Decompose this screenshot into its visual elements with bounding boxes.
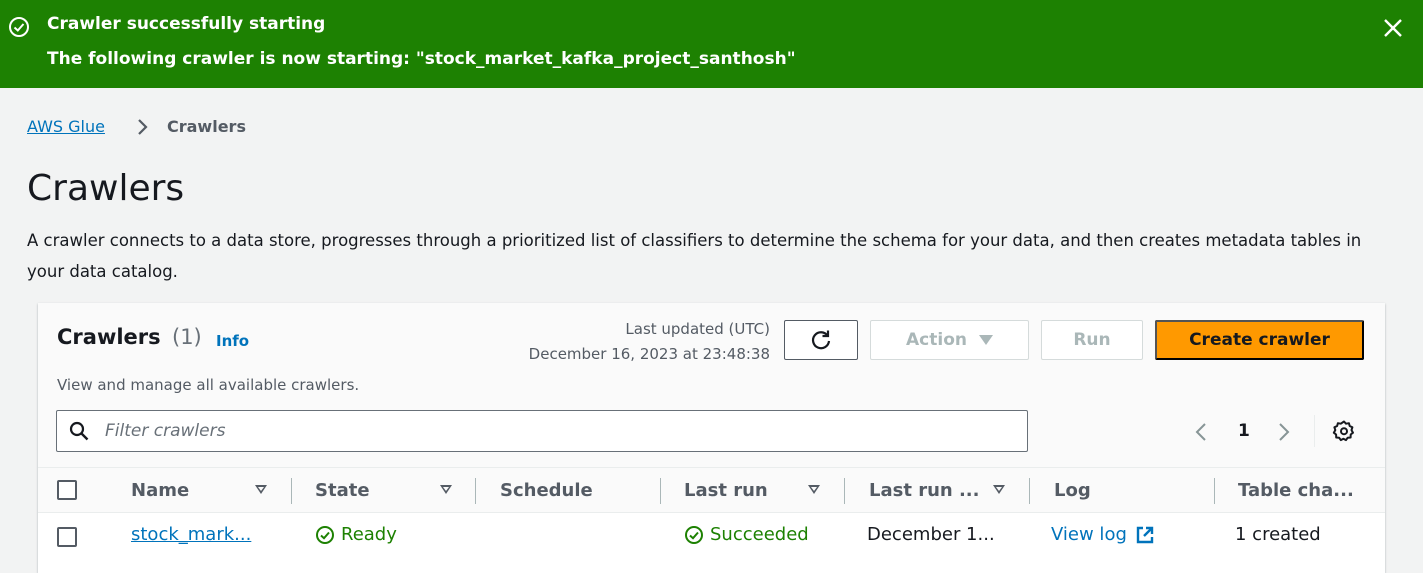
view-log-link[interactable]: View log [1051,524,1155,545]
refresh-button[interactable] [784,320,858,360]
action-dropdown[interactable]: Action [870,320,1029,360]
column-divider[interactable] [844,478,845,504]
last-run-label: Succeeded [710,524,809,545]
chevron-left-icon[interactable] [1191,420,1211,444]
panel-subtitle: View and manage all available crawlers. [57,376,360,394]
page-description: A crawler connects to a data store, prog… [27,231,1362,281]
action-label: Action [906,330,967,350]
flash-banner: Crawler successfully starting The follow… [0,0,1423,88]
divider [1314,415,1315,447]
column-divider[interactable] [660,478,661,504]
state-cell: Ready [315,524,397,545]
refresh-icon [811,330,831,350]
flash-message: The following crawler is now starting: "… [47,49,796,69]
chevron-right-icon[interactable] [1274,420,1294,444]
crawler-name-link[interactable]: stock_mark... [131,524,251,545]
column-divider[interactable] [1029,478,1030,504]
caret-down-icon [978,335,993,345]
flash-title: Crawler successfully starting [47,14,326,34]
panel-count: (1) [172,325,202,349]
last-updated-label: Last updated (UTC) [625,320,770,338]
filter-crawlers-input[interactable] [105,419,1005,443]
column-state[interactable]: State [315,480,370,501]
page-title: Crawlers [27,168,185,209]
search-icon [69,421,89,441]
external-link-icon [1136,526,1154,543]
row-checkbox[interactable] [57,527,77,547]
sort-icon[interactable] [440,485,452,494]
table-header: Name State Schedule Last run Last run ..… [38,467,1385,513]
column-divider[interactable] [475,478,476,504]
sort-icon[interactable] [808,485,820,494]
last-run-cell: Succeeded [684,524,809,545]
check-circle-icon [316,525,334,544]
last-run-timestamp-cell: December 1... [867,524,995,545]
gear-icon[interactable] [1332,419,1356,443]
column-name[interactable]: Name [131,480,189,501]
view-log-label: View log [1051,524,1127,545]
create-crawler-button[interactable]: Create crawler [1155,320,1364,360]
column-divider[interactable] [291,478,292,504]
sort-icon[interactable] [255,485,267,494]
column-table-changes[interactable]: Table cha... [1238,480,1354,501]
check-circle-icon [685,525,703,544]
info-link[interactable]: Info [216,332,249,350]
select-all-checkbox[interactable] [57,480,77,500]
breadcrumb-current: Crawlers [167,117,246,136]
filter-box [56,410,1028,452]
run-button[interactable]: Run [1041,320,1143,360]
check-circle-icon [9,17,29,37]
table-changes-cell: 1 created [1235,524,1321,545]
column-schedule[interactable]: Schedule [500,480,593,501]
breadcrumb-aws-glue[interactable]: AWS Glue [27,117,105,136]
last-updated-time: December 16, 2023 at 23:48:38 [528,345,770,363]
close-icon[interactable] [1381,16,1405,40]
chevron-right-icon [138,119,148,135]
page-number[interactable]: 1 [1238,421,1250,441]
state-label: Ready [341,524,397,545]
sort-icon[interactable] [993,485,1005,494]
column-log: Log [1054,480,1091,501]
crawlers-panel: Crawlers (1) Info View and manage all av… [38,303,1385,573]
column-last-run[interactable]: Last run [684,480,768,501]
column-divider[interactable] [1214,478,1215,504]
panel-title: Crawlers [57,325,161,349]
column-last-run-timestamp[interactable]: Last run ... [869,480,980,501]
